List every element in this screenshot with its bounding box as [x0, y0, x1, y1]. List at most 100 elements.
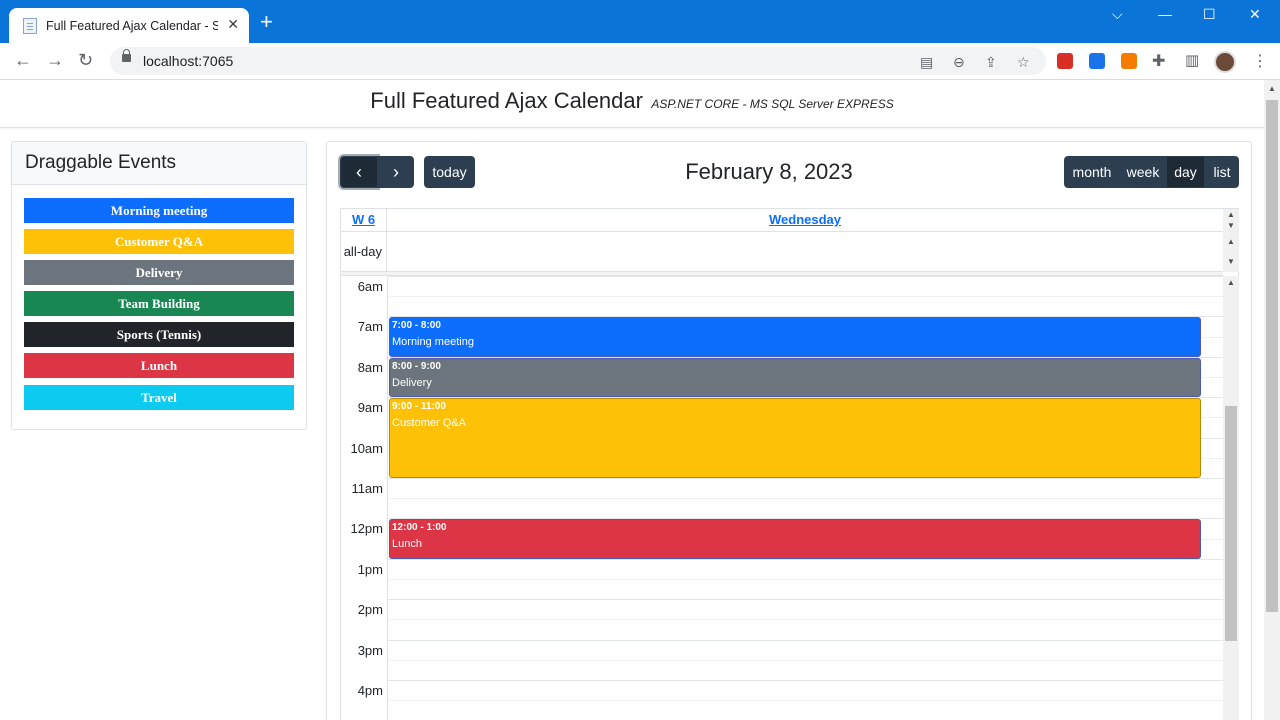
side-panel-icon[interactable]: ▥	[1185, 51, 1199, 69]
event-time: 9:00 - 11:00	[392, 401, 446, 413]
extension-icon[interactable]	[1089, 53, 1105, 69]
today-button[interactable]: today	[424, 156, 475, 188]
scroll-up-icon[interactable]: ▲	[1227, 210, 1235, 219]
new-tab-button[interactable]: +	[260, 11, 273, 33]
time-slot-label: 8am	[357, 359, 383, 375]
event-title: Customer Q&A	[392, 417, 466, 430]
forward-arrow-icon[interactable]: →	[46, 50, 64, 71]
calendar-event[interactable]: 12:00 - 1:00 Lunch	[389, 519, 1201, 559]
calendar-card: ‹ › today February 8, 2023 month week da…	[326, 141, 1252, 720]
half-hour-slot-line	[387, 296, 1223, 298]
draggable-event[interactable]: Sports (Tennis)	[24, 322, 294, 347]
time-slot-label: 2pm	[357, 602, 383, 618]
zoom-icon[interactable]: ⊖	[953, 54, 965, 71]
time-slot-label: 12pm	[350, 521, 383, 537]
lock-icon[interactable]	[122, 49, 131, 62]
view-month-button[interactable]: month	[1064, 156, 1120, 188]
time-slot-label: 3pm	[357, 642, 383, 658]
scroll-up-icon[interactable]: ▲	[1268, 84, 1276, 93]
hour-slot-line	[387, 599, 1223, 601]
page-content: Full Featured Ajax Calendar ASP.NET CORE…	[0, 80, 1264, 720]
draggable-event[interactable]: Team Building	[24, 291, 294, 316]
scrollbar-thumb[interactable]	[1225, 406, 1237, 641]
time-grid-scrollbar[interactable]: ▲	[1223, 276, 1239, 720]
browser-tabbar: Full Featured Ajax Calendar - SC... ✕ + …	[0, 0, 1280, 43]
all-day-row[interactable]: all-day	[341, 232, 1223, 272]
time-slot-label: 9am	[357, 400, 383, 416]
time-slot-label: 10am	[350, 440, 383, 456]
time-slot-label: 1pm	[357, 561, 383, 577]
hour-slot-line	[387, 276, 1223, 277]
event-title: Lunch	[392, 538, 422, 551]
chevron-left-icon: ‹	[356, 161, 362, 182]
half-hour-slot-line	[387, 659, 1223, 661]
calendar-event[interactable]: 8:00 - 9:00 Delivery	[389, 357, 1201, 398]
minimize-icon[interactable]: —	[1158, 6, 1172, 22]
time-slot-label: 4pm	[357, 683, 383, 698]
view-week-button[interactable]: week	[1120, 156, 1166, 188]
next-button[interactable]: ›	[378, 156, 414, 188]
menu-kebab-icon[interactable]: ⋮	[1252, 51, 1268, 71]
half-hour-slot-line	[387, 579, 1223, 580]
browser-tab[interactable]: Full Featured Ajax Calendar - SC... ✕	[9, 8, 249, 43]
back-arrow-icon[interactable]: ←	[14, 50, 32, 71]
prev-button[interactable]: ‹	[340, 156, 378, 188]
extension-icon[interactable]	[1121, 53, 1137, 69]
draggable-event[interactable]: Customer Q&A	[24, 229, 294, 254]
day-header-link[interactable]: Wednesday	[769, 212, 841, 227]
week-number-link[interactable]: W 6	[352, 212, 375, 227]
page-scrollbar-thumb[interactable]	[1266, 100, 1278, 612]
page-scrollbar[interactable]: ▲	[1264, 80, 1280, 720]
browser-toolbar: ← → ↻ localhost:7065 ▤ ⊖ ⇪ ☆ ✚ ▥ ⋮	[0, 43, 1280, 80]
event-title: Morning meeting	[392, 336, 474, 349]
address-bar[interactable]: localhost:7065 ▤ ⊖ ⇪ ☆	[110, 47, 1046, 75]
bookmark-star-icon[interactable]: ☆	[1017, 54, 1030, 71]
page-icon	[23, 17, 37, 34]
tab-title: Full Featured Ajax Calendar - SC...	[46, 18, 218, 33]
close-tab-icon[interactable]: ✕	[227, 16, 239, 33]
profile-avatar[interactable]	[1214, 51, 1236, 73]
angular-extension-icon[interactable]	[1057, 53, 1073, 69]
day-column-header: Wednesday	[387, 209, 1223, 232]
all-day-label: all-day	[341, 232, 387, 272]
calendar-event[interactable]: 7:00 - 8:00 Morning meeting	[389, 317, 1201, 357]
window-close-icon[interactable]: ✕	[1249, 6, 1261, 23]
extensions-puzzle-icon[interactable]: ✚	[1152, 51, 1165, 71]
view-list-button[interactable]: list	[1205, 156, 1239, 188]
draggable-event[interactable]: Morning meeting	[24, 198, 294, 223]
scroll-up-icon[interactable]: ▲	[1227, 278, 1235, 287]
reload-icon[interactable]: ↻	[78, 50, 93, 71]
draggable-event[interactable]: Delivery	[24, 260, 294, 285]
event-time: 7:00 - 8:00	[392, 320, 441, 332]
event-time: 8:00 - 9:00	[392, 360, 441, 372]
draggable-event[interactable]: Lunch	[24, 353, 294, 378]
translate-icon[interactable]: ▤	[920, 54, 933, 71]
time-slot-label: 11am	[351, 481, 383, 496]
scroll-down-icon[interactable]: ▼	[1227, 221, 1235, 230]
calendar-grid: W 6 Wednesday all-day ▲ ▼ ▲ ▼ 6am 7am 8am 9…	[340, 208, 1239, 720]
half-hour-slot-line	[387, 619, 1223, 621]
view-day-button[interactable]: day	[1166, 156, 1205, 188]
half-hour-slot-line	[387, 700, 1223, 702]
share-icon[interactable]: ⇪	[985, 54, 997, 71]
chevron-right-icon: ›	[393, 161, 399, 182]
event-time: 12:00 - 1:00	[392, 522, 447, 534]
calendar-title: February 8, 2023	[685, 159, 853, 184]
url-text[interactable]: localhost:7065	[143, 53, 233, 69]
time-slot-label: 7am	[357, 319, 383, 335]
calendar-event[interactable]: 9:00 - 11:00 Customer Q&A	[389, 398, 1201, 478]
site-header: Full Featured Ajax Calendar ASP.NET CORE…	[0, 80, 1264, 128]
scroll-down-icon[interactable]: ▼	[1227, 257, 1235, 266]
hour-slot-line	[387, 558, 1223, 560]
hour-slot-line	[387, 478, 1223, 479]
page-title: Full Featured Ajax Calendar	[370, 88, 643, 113]
draggable-event[interactable]: Travel	[24, 385, 294, 410]
draggable-events-card: Draggable Events Morning meeting Custome…	[11, 141, 307, 430]
all-day-scrollbar[interactable]: ▲ ▼ ▲ ▼	[1223, 209, 1239, 272]
tab-search-chevron-icon[interactable]: ⌵	[1112, 6, 1123, 23]
maximize-icon[interactable]: ☐	[1203, 6, 1216, 23]
hour-slot-line	[387, 680, 1223, 681]
time-grid[interactable]: 6am 7am 8am 9am 10am 11am 12pm 1pm 2pm 3pm 4pm 7:00…	[341, 276, 1223, 720]
page-subtitle: ASP.NET CORE - MS SQL Server EXPRESS	[651, 97, 894, 111]
scroll-up-icon[interactable]: ▲	[1227, 237, 1235, 246]
